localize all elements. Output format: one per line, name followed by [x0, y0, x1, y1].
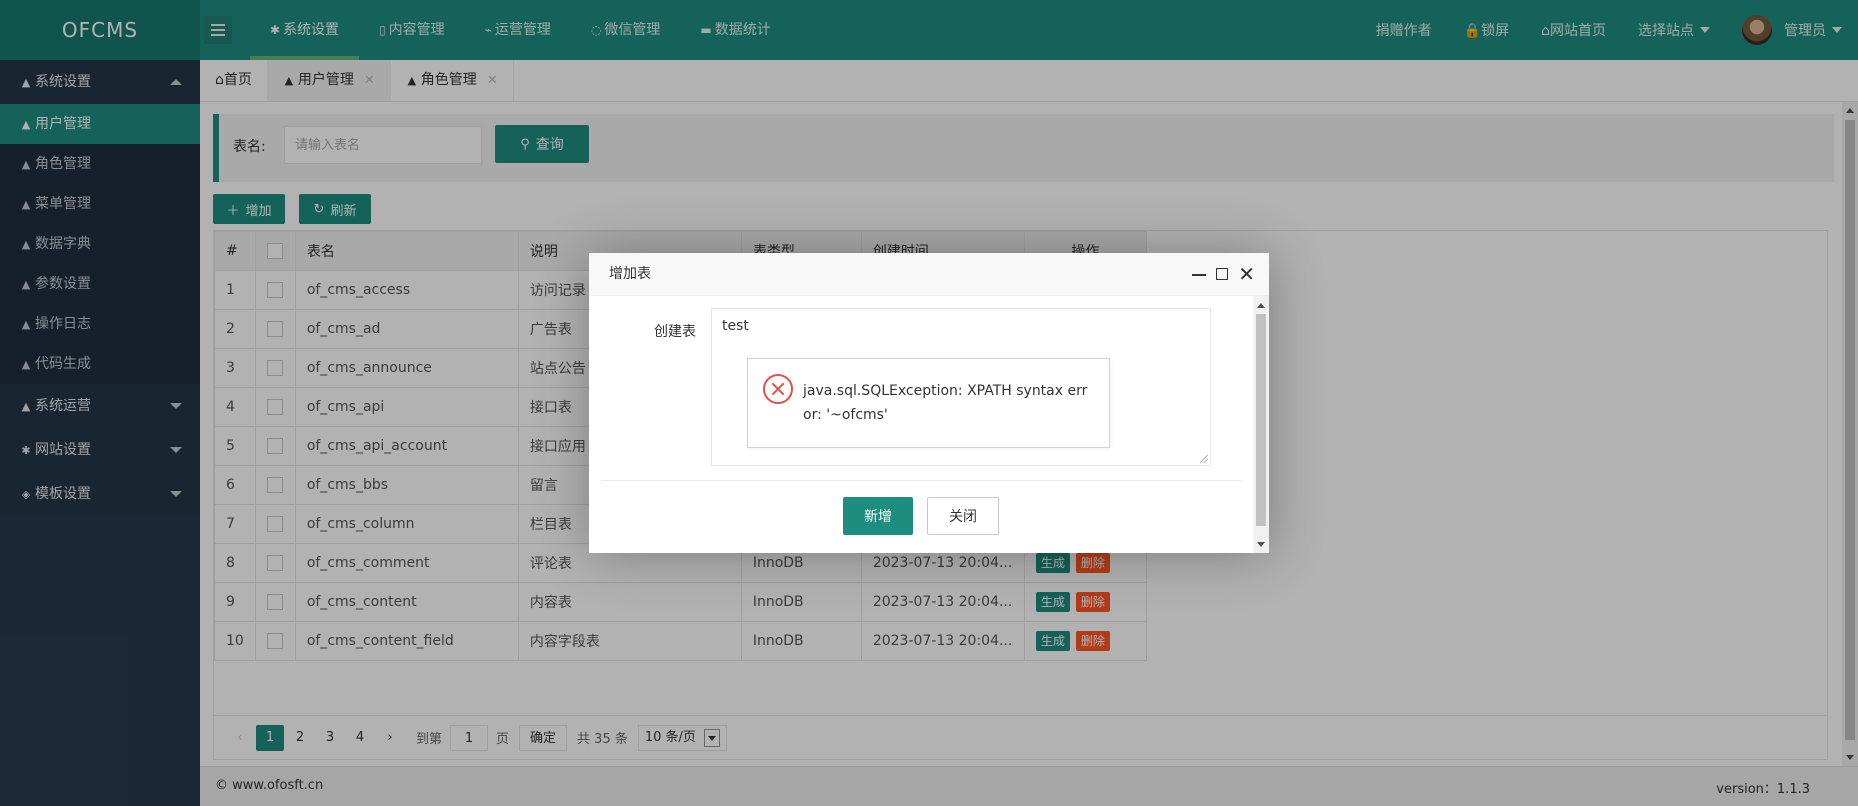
dialog-scrollbar[interactable]: [1253, 296, 1269, 553]
scroll-thumb[interactable]: [1256, 314, 1266, 526]
error-icon: [763, 374, 793, 404]
close-icon[interactable]: ✕: [1238, 264, 1255, 284]
scroll-up-icon[interactable]: [1257, 303, 1265, 308]
minimize-icon[interactable]: [1192, 274, 1207, 276]
scroll-down-icon[interactable]: [1257, 542, 1265, 547]
maximize-icon[interactable]: [1216, 268, 1229, 280]
error-toast: java.sql.SQLException: XPATH syntax erro…: [747, 358, 1110, 448]
create-table-label: 创建表: [654, 324, 696, 340]
dialog-title: 增加表: [609, 266, 651, 282]
close-button[interactable]: 关闭: [927, 497, 999, 535]
submit-button[interactable]: 新增: [843, 497, 913, 535]
resize-handle-icon[interactable]: [1200, 455, 1208, 463]
dialog-title-bar: 增加表 ✕: [589, 253, 1269, 296]
error-message: java.sql.SQLException: XPATH syntax erro…: [803, 383, 1088, 423]
divider: [601, 480, 1241, 481]
dialog-controls: ✕: [1192, 253, 1255, 295]
